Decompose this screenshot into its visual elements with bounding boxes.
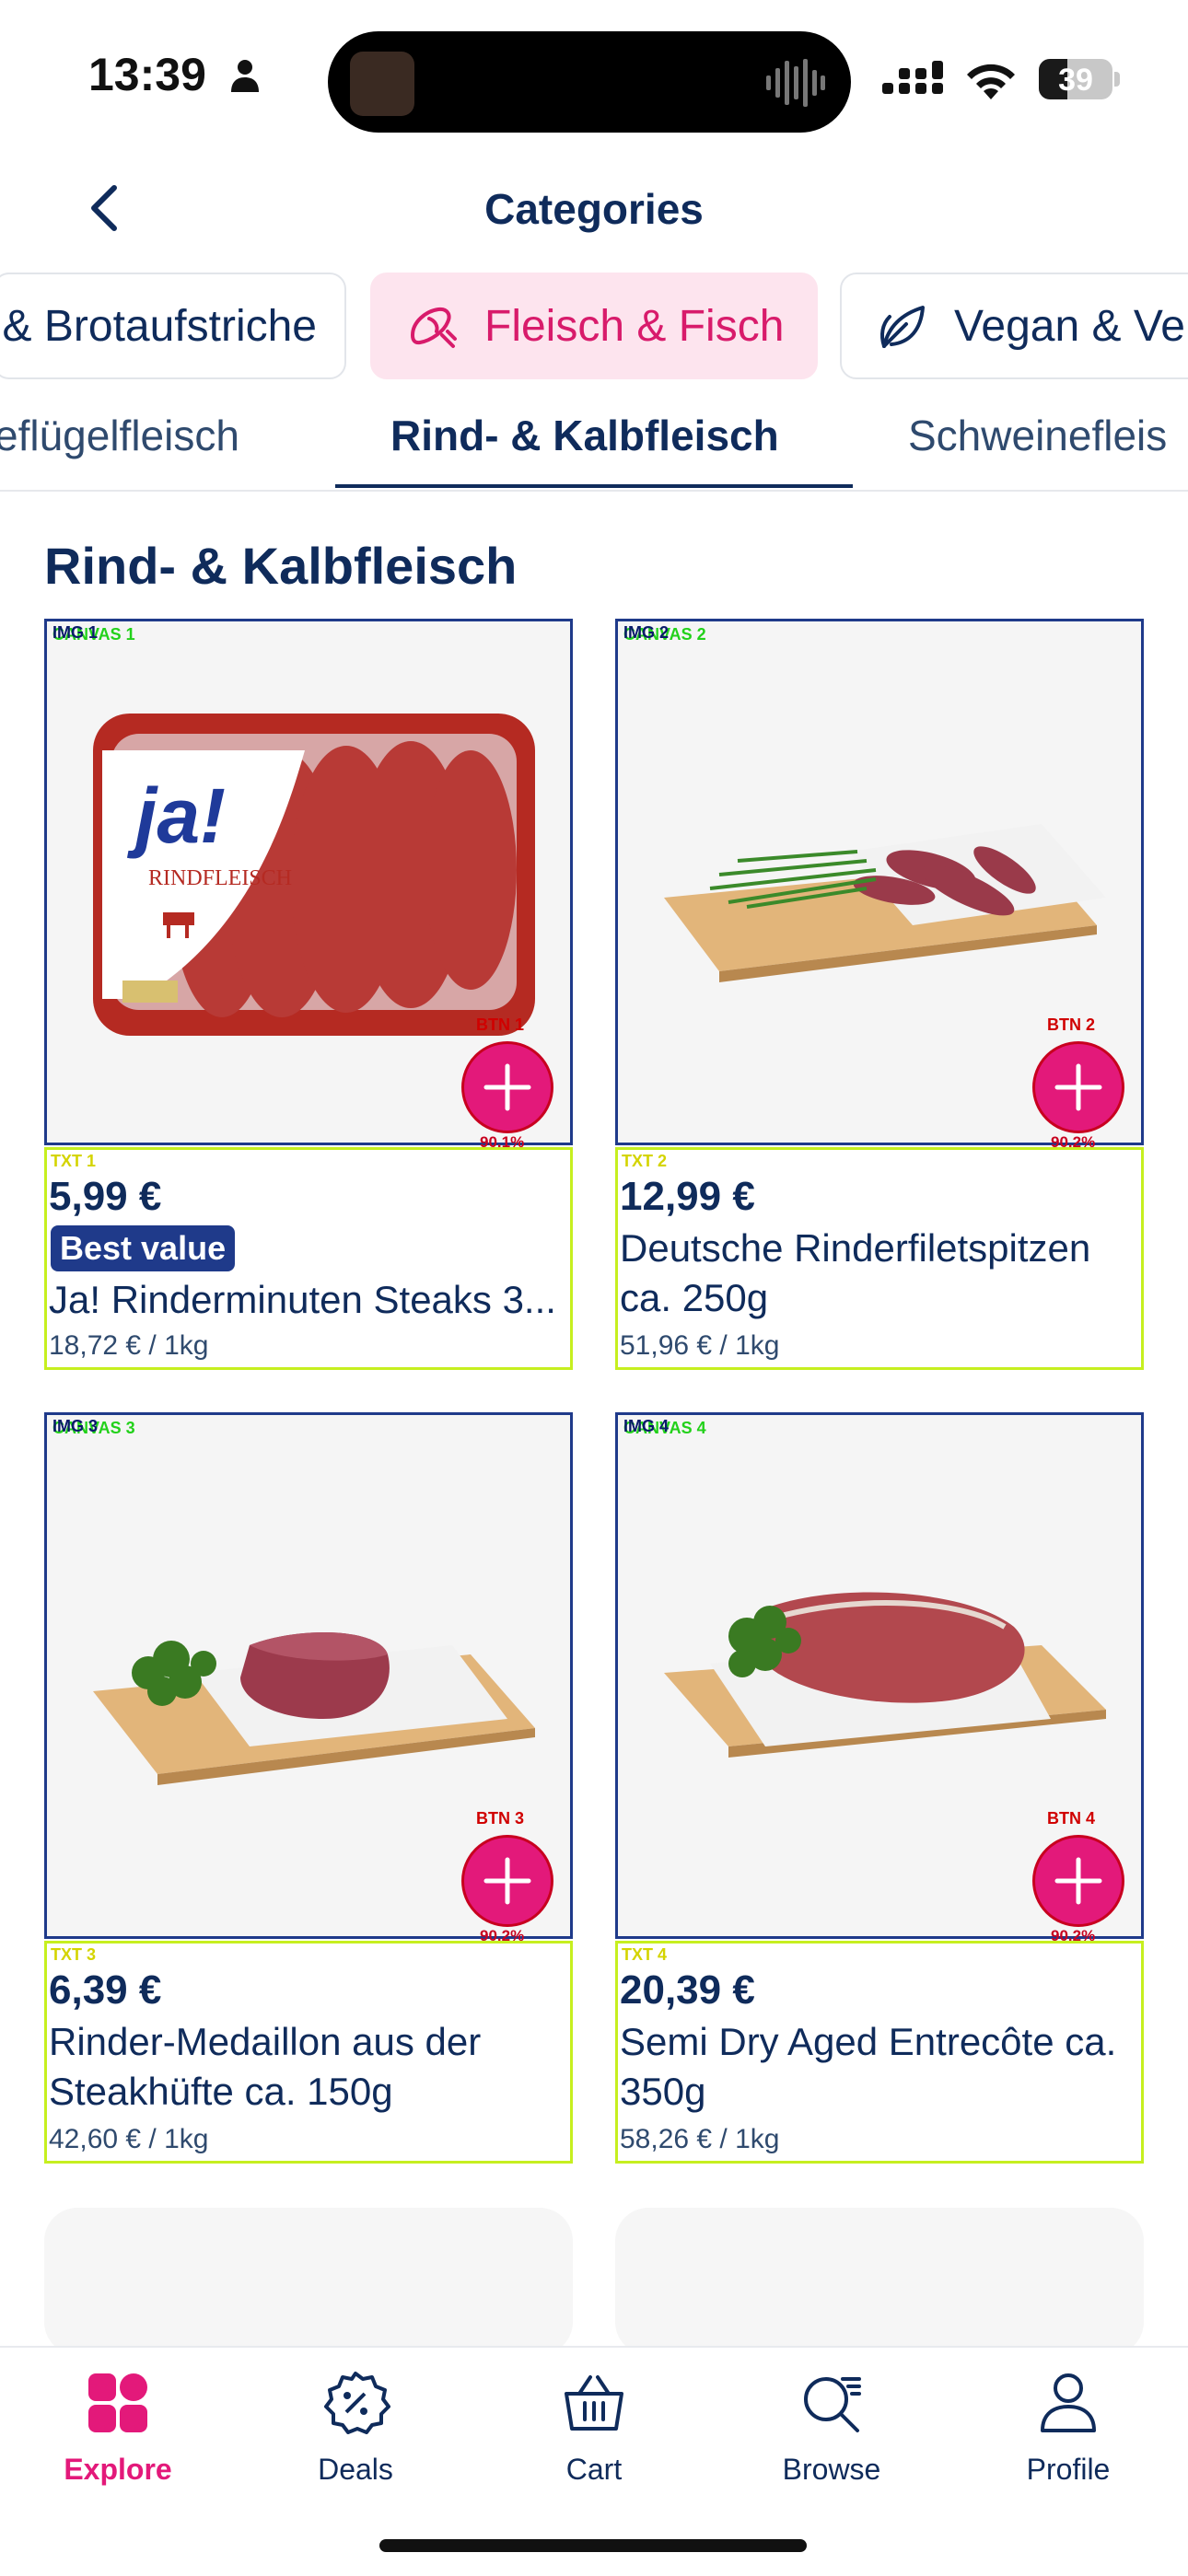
section-title: Rind- & Kalbfleisch xyxy=(44,537,518,595)
btn-tag: BTN 2 xyxy=(1047,1015,1096,1034)
add-to-cart-button[interactable] xyxy=(461,1835,553,1927)
chip-fleisch-fisch[interactable]: Fleisch & Fisch xyxy=(370,273,818,379)
unit-price: 51,96 € / 1kg xyxy=(620,1330,780,1361)
img-tag: IMG 1 xyxy=(52,623,99,642)
profile-icon xyxy=(1041,2373,1096,2432)
txt-tag: TXT 2 xyxy=(622,1152,668,1170)
tab-gefluegelfleisch[interactable]: eflügelfleisch xyxy=(0,411,239,460)
plus-icon xyxy=(483,1063,531,1111)
beef-filet-tips-image xyxy=(664,824,1106,982)
cart-icon xyxy=(565,2375,623,2431)
product-image-2[interactable]: CANVAS 2 IMG 2 BTN 2 90.2% xyxy=(615,619,1144,1151)
chip-label: Fleisch & Fisch xyxy=(484,301,785,351)
product-info-3[interactable]: TXT 3 6,39 € Rinder-Medaillon aus der St… xyxy=(44,1941,573,2164)
product-price: 20,39 € xyxy=(620,1967,755,2013)
plus-icon xyxy=(1054,1857,1102,1905)
product-image-3[interactable]: CANVAS 3 IMG 3 BTN 3 90.2% xyxy=(44,1412,573,1944)
beef-steak-package-image: ja! RINDFLEISCH xyxy=(93,714,535,1036)
txt-tag: TXT 1 xyxy=(51,1152,97,1170)
best-value-badge: Best value xyxy=(51,1225,236,1271)
add-to-cart-button[interactable] xyxy=(1032,1041,1124,1133)
home-indicator xyxy=(379,2539,807,2552)
add-to-cart-button[interactable] xyxy=(461,1041,553,1133)
product-info-1[interactable]: TXT 1 5,99 € Best value Ja! Rinderminute… xyxy=(44,1147,573,1370)
page-title: Categories xyxy=(484,185,704,233)
deals-icon xyxy=(324,2372,390,2434)
img-tag: IMG 2 xyxy=(623,623,670,642)
explore-icon xyxy=(88,2373,147,2432)
now-playing-thumbnail xyxy=(350,52,414,116)
product-info-4[interactable]: TXT 4 20,39 € Semi Dry Aged Entrecôte ca… xyxy=(615,1941,1144,2164)
nav-label: Deals xyxy=(318,2453,393,2486)
unit-price: 18,72 € / 1kg xyxy=(49,1330,209,1361)
tab-rind-kalbfleisch[interactable]: Rind- & Kalbfleisch xyxy=(390,411,779,460)
leaf-icon xyxy=(880,306,925,348)
product-price: 5,99 € xyxy=(49,1174,162,1219)
chip-vegan[interactable]: Vegan & Ve xyxy=(840,273,1188,379)
meat-fish-icon xyxy=(411,307,457,348)
browse-icon xyxy=(804,2377,861,2432)
tab-divider xyxy=(0,490,1188,492)
txt-tag: TXT 3 xyxy=(51,1945,97,1964)
person-icon xyxy=(231,60,259,92)
nav-label: Cart xyxy=(565,2453,623,2486)
product-price: 12,99 € xyxy=(620,1174,755,1219)
product-info-2[interactable]: TXT 2 12,99 € Deutsche Rinderfiletspitze… xyxy=(615,1147,1144,1370)
nav-label: Explore xyxy=(64,2453,172,2486)
product-card-placeholder xyxy=(44,2208,573,2355)
nav-browse[interactable]: Browse xyxy=(740,2368,924,2487)
wifi-icon xyxy=(967,64,1015,99)
product-image-1[interactable]: CANVAS 1 IMG 1 ja! RINDFLEISCH BTN 1 90.… xyxy=(44,619,573,1151)
txt-tag: TXT 4 xyxy=(622,1945,668,1964)
product-name: Ja! Rinderminuten Steaks 3... xyxy=(49,1278,556,1321)
plus-icon xyxy=(483,1857,531,1905)
battery-indicator: 39 xyxy=(1039,59,1122,99)
unit-price: 58,26 € / 1kg xyxy=(620,2124,780,2154)
img-tag: IMG 4 xyxy=(623,1417,670,1435)
chip-label: Vegan & Ve xyxy=(954,301,1185,351)
battery-percentage: 39 xyxy=(1058,63,1093,98)
status-time: 13:39 xyxy=(88,49,206,100)
product-price: 6,39 € xyxy=(49,1967,162,2013)
btn-tag: BTN 3 xyxy=(476,1809,525,1828)
product-image-4[interactable]: CANVAS 4 IMG 4 BTN 4 90.2% xyxy=(615,1412,1144,1944)
nav-explore[interactable]: Explore xyxy=(26,2368,210,2487)
add-to-cart-button[interactable] xyxy=(1032,1835,1124,1927)
product-name: Deutsche Rinderfiletspitzen ca. 250g xyxy=(620,1226,1091,1319)
tab-schweinefleisch[interactable]: Schweinefleis xyxy=(908,411,1167,460)
product-name: Rinder-Medaillon aus der Steakhüfte ca. … xyxy=(49,2020,482,2113)
cellular-signal-icon xyxy=(882,61,943,94)
package-brand-text: ja! xyxy=(126,772,226,859)
entrecote-image xyxy=(664,1592,1106,1758)
product-name: Semi Dry Aged Entrecôte ca. 350g xyxy=(620,2020,1117,2113)
btn-tag: BTN 4 xyxy=(1047,1809,1096,1828)
nav-deals[interactable]: Deals xyxy=(263,2368,448,2487)
beef-medallion-image xyxy=(93,1632,535,1785)
unit-price: 42,60 € / 1kg xyxy=(49,2124,209,2154)
product-card-placeholder xyxy=(615,2208,1144,2355)
nav-label: Browse xyxy=(782,2453,881,2486)
active-tab-indicator xyxy=(335,484,853,488)
chip-brotaufstriche[interactable]: & Brotaufstriche xyxy=(0,273,346,379)
plus-icon xyxy=(1054,1063,1102,1111)
img-tag: IMG 3 xyxy=(52,1417,99,1435)
nav-profile[interactable]: Profile xyxy=(976,2368,1160,2487)
package-product-text: RINDFLEISCH xyxy=(148,866,292,890)
audio-wave-icon xyxy=(766,59,825,107)
chip-label: & Brotaufstriche xyxy=(2,301,317,351)
nav-label: Profile xyxy=(1026,2453,1111,2486)
btn-tag: BTN 1 xyxy=(476,1015,525,1034)
nav-cart[interactable]: Cart xyxy=(502,2368,686,2487)
